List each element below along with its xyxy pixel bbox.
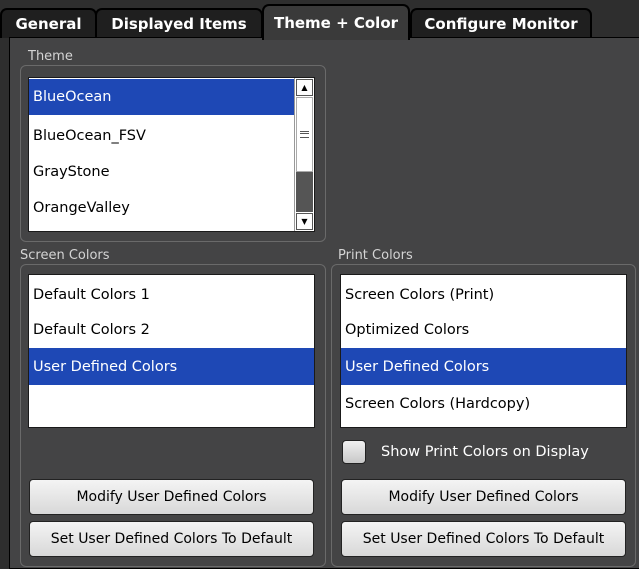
tab-bar: General Displayed Items Theme + Color Co… <box>0 0 639 40</box>
print-colors-listbox[interactable]: Screen Colors (Print) Optimized Colors U… <box>340 274 627 428</box>
scroll-thumb[interactable] <box>296 97 313 172</box>
scroll-up-icon[interactable]: ▲ <box>296 79 313 96</box>
screen-colors-listbox[interactable]: Default Colors 1 Default Colors 2 User D… <box>28 274 315 428</box>
set-user-defined-colors-default-button[interactable]: Set User Defined Colors To Default <box>29 521 314 557</box>
list-item[interactable]: Optimized Colors <box>341 312 626 348</box>
modify-user-defined-colors-button[interactable]: Modify User Defined Colors <box>29 479 314 515</box>
theme-scrollbar[interactable]: ▲ ▼ <box>294 78 314 231</box>
print-modify-user-defined-colors-button[interactable]: Modify User Defined Colors <box>341 479 626 515</box>
tab-theme-color[interactable]: Theme + Color <box>262 4 410 40</box>
grip-line <box>300 133 309 134</box>
list-item[interactable]: GrayStone <box>29 154 294 190</box>
list-item[interactable]: Default Colors 2 <box>29 312 314 348</box>
list-item[interactable]: User Defined Colors <box>341 348 626 385</box>
print-colors-label: Print Colors <box>338 248 413 263</box>
tab-configure-monitor[interactable]: Configure Monitor <box>410 8 592 38</box>
list-item[interactable]: Screen Colors (Print) <box>341 277 626 313</box>
list-item[interactable]: Default Colors 1 <box>29 277 314 313</box>
theme-group-label: Theme <box>28 49 73 64</box>
tab-displayed-items[interactable]: Displayed Items <box>95 8 263 38</box>
list-item[interactable]: User Defined Colors <box>29 348 314 385</box>
list-item[interactable]: Screen Colors (Hardcopy) <box>341 386 626 422</box>
show-print-colors-checkbox[interactable] <box>342 440 366 464</box>
scroll-down-icon[interactable]: ▼ <box>296 213 313 230</box>
screen-colors-label: Screen Colors <box>20 248 110 263</box>
list-item[interactable]: BlueOcean_FSV <box>29 118 294 154</box>
show-print-colors-label[interactable]: Show Print Colors on Display <box>381 444 589 460</box>
theme-listbox[interactable]: BlueOcean BlueOcean_FSV GrayStone Orange… <box>28 77 315 232</box>
list-item[interactable]: OrangeValley <box>29 190 294 226</box>
print-set-user-defined-colors-default-button[interactable]: Set User Defined Colors To Default <box>341 521 626 557</box>
tab-general[interactable]: General <box>0 8 97 38</box>
scroll-track[interactable] <box>296 172 313 212</box>
list-item[interactable]: BlueOcean <box>29 79 294 115</box>
